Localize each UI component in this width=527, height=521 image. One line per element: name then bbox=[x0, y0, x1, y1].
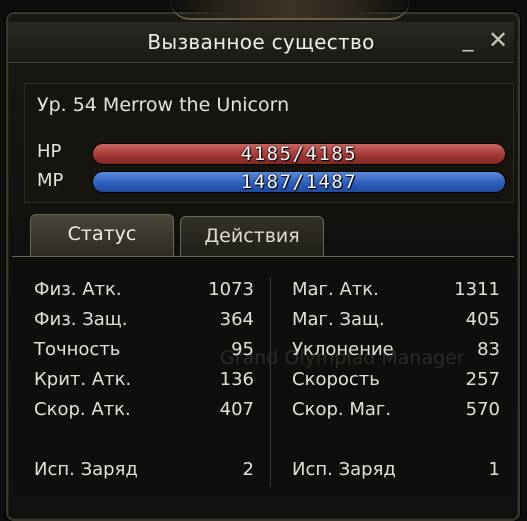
hp-label: HP bbox=[37, 141, 62, 162]
column-divider bbox=[270, 277, 271, 487]
title-bar[interactable]: Вызванное существо _ ✕ bbox=[8, 22, 514, 63]
stat-value-right: 83 bbox=[477, 339, 500, 360]
tab-actions[interactable]: Действия bbox=[180, 216, 324, 257]
mp-label: MP bbox=[37, 170, 64, 191]
stat-label-left: Скор. Атк. bbox=[34, 399, 131, 420]
minimize-button[interactable]: _ bbox=[456, 28, 480, 52]
stat-value-right: 1 bbox=[488, 459, 500, 480]
stat-label-right: Уклонение bbox=[292, 339, 394, 360]
stat-value-right: 570 bbox=[465, 399, 500, 420]
stat-label-right: Скорость bbox=[292, 369, 380, 390]
stat-label-right: Маг. Атк. bbox=[292, 279, 379, 300]
pet-info-box: Ур. 54 Merrow the Unicorn HP 4185/4185 M… bbox=[24, 83, 514, 203]
hp-value: 4185/4185 bbox=[240, 143, 358, 165]
stats-panel: Grand Olympiad Manager Физ. Атк. 1073 Фи… bbox=[12, 256, 514, 497]
window-ornament bbox=[170, 0, 410, 20]
stat-label-left: Точность bbox=[34, 339, 121, 360]
stat-value-right: 405 bbox=[465, 309, 500, 330]
stat-label-left: Крит. Атк. bbox=[34, 369, 132, 390]
stat-label-left: Физ. Атк. bbox=[34, 279, 122, 300]
stat-label-right: Скор. Маг. bbox=[292, 399, 392, 420]
stat-label-right: Исп. Заряд bbox=[292, 459, 396, 480]
pet-name: Ур. 54 Merrow the Unicorn bbox=[37, 94, 290, 116]
stat-label-right: Маг. Защ. bbox=[292, 309, 385, 330]
stat-value-right: 1311 bbox=[454, 279, 500, 300]
hp-bar: 4185/4185 bbox=[93, 144, 505, 164]
mp-bar: 1487/1487 bbox=[93, 172, 505, 192]
stat-value-left: 136 bbox=[219, 369, 254, 390]
stat-value-left: 2 bbox=[242, 459, 254, 480]
stat-label-left: Исп. Заряд bbox=[34, 459, 138, 480]
stat-value-left: 407 bbox=[219, 399, 254, 420]
stat-value-left: 1073 bbox=[208, 279, 254, 300]
close-button[interactable]: ✕ bbox=[486, 28, 510, 52]
stat-value-right: 257 bbox=[465, 369, 500, 390]
stat-label-left: Физ. Защ. bbox=[34, 309, 128, 330]
tab-status[interactable]: Статус bbox=[30, 214, 174, 257]
stat-value-left: 95 bbox=[231, 339, 254, 360]
mp-value: 1487/1487 bbox=[240, 171, 358, 193]
stat-value-left: 364 bbox=[219, 309, 254, 330]
window-title: Вызванное существо bbox=[147, 30, 375, 54]
